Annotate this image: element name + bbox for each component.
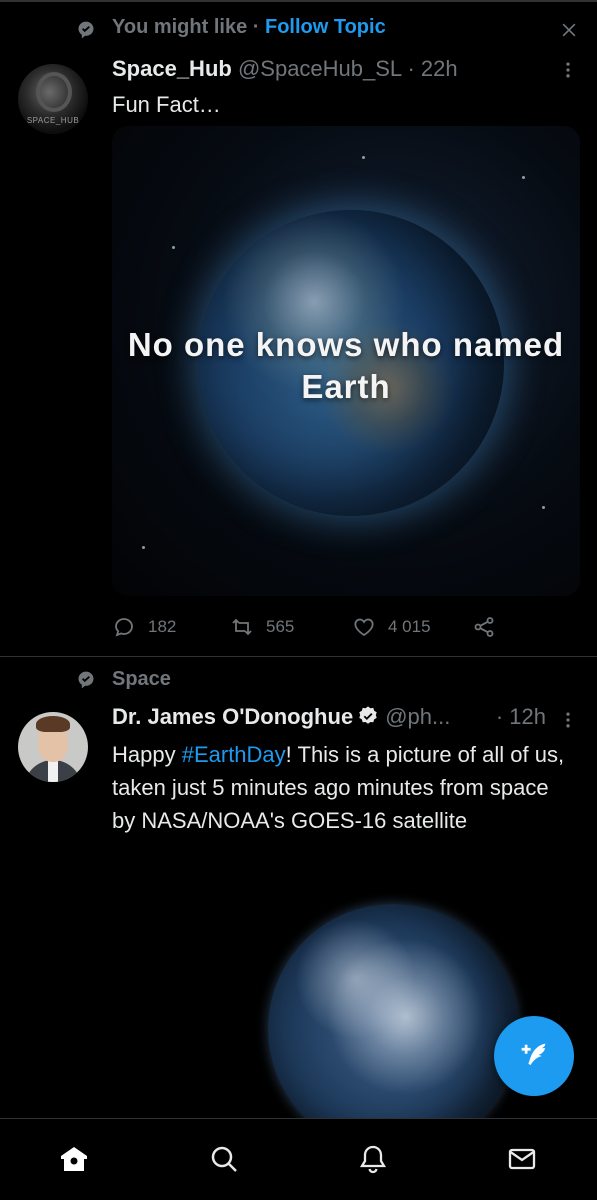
context-label: You might like bbox=[112, 16, 248, 38]
star bbox=[362, 156, 365, 159]
home-icon bbox=[61, 1147, 87, 1171]
reply-icon bbox=[115, 618, 133, 637]
context-separator: · bbox=[247, 16, 265, 38]
tweet-text-start: Happy bbox=[112, 742, 182, 767]
context-line: You might like · Follow Topic bbox=[112, 16, 386, 39]
bell-icon bbox=[359, 1145, 387, 1174]
reply-button[interactable]: 182 bbox=[112, 612, 176, 642]
tweet-header: Space_Hub @SpaceHub_SL · 22h bbox=[112, 56, 458, 82]
tweet-time: · 12h bbox=[495, 704, 546, 729]
avatar[interactable]: SPACE_HUB bbox=[18, 64, 88, 134]
retweet-button[interactable]: 565 bbox=[230, 612, 294, 642]
share-icon bbox=[474, 617, 494, 637]
tweet-time: · 22h bbox=[401, 56, 458, 81]
author-handle[interactable]: @SpaceHub_SL bbox=[238, 56, 401, 81]
verified-badge-icon bbox=[359, 706, 377, 724]
reply-count: 182 bbox=[148, 617, 177, 636]
follow-topic-link[interactable]: Follow Topic bbox=[265, 16, 386, 38]
compose-tweet-icon bbox=[521, 1043, 546, 1065]
avatar-shirt bbox=[48, 760, 58, 782]
author-handle[interactable]: @ph... bbox=[385, 704, 450, 729]
media-headline: No one knows who named Earth bbox=[127, 326, 565, 405]
like-button[interactable]: 4 015 bbox=[352, 612, 431, 642]
avatar-label: SPACE_HUB bbox=[26, 116, 80, 125]
author-name[interactable]: Dr. James O'Donoghue bbox=[112, 704, 353, 729]
search-icon bbox=[211, 1146, 237, 1172]
tweet-header: Dr. James O'Donoghue @ph... · 12h bbox=[112, 704, 582, 730]
nav-search[interactable] bbox=[206, 1141, 242, 1177]
avatar[interactable] bbox=[18, 712, 88, 782]
topic-bubble-icon bbox=[78, 21, 94, 39]
star bbox=[142, 546, 145, 549]
tweet-media-image[interactable]: No one knows who named Earth bbox=[112, 126, 580, 596]
nav-messages[interactable] bbox=[504, 1141, 540, 1177]
top-divider bbox=[0, 0, 597, 2]
nav-home[interactable] bbox=[56, 1141, 92, 1177]
mail-icon bbox=[508, 1148, 536, 1170]
heart-icon bbox=[354, 618, 374, 637]
tweet-text: Happy #EarthDay! This is a picture of al… bbox=[112, 738, 577, 837]
tweet-actions: 182 565 4 015 bbox=[112, 612, 582, 642]
hashtag-link[interactable]: #EarthDay bbox=[182, 742, 286, 767]
star bbox=[522, 176, 525, 179]
more-vertical-icon[interactable] bbox=[558, 60, 578, 80]
bottom-navigation bbox=[0, 1119, 597, 1200]
topic-bubble-icon bbox=[78, 671, 94, 689]
close-icon[interactable] bbox=[559, 20, 579, 40]
avatar-hair bbox=[36, 716, 70, 732]
more-vertical-icon[interactable] bbox=[558, 710, 578, 730]
like-count: 4 015 bbox=[388, 617, 431, 636]
compose-tweet-button[interactable] bbox=[494, 1016, 574, 1096]
tweet-divider bbox=[0, 656, 597, 657]
retweet-count: 565 bbox=[266, 617, 295, 636]
share-button[interactable] bbox=[472, 612, 496, 642]
star bbox=[542, 506, 545, 509]
retweet-icon bbox=[232, 618, 252, 636]
author-name[interactable]: Space_Hub bbox=[112, 56, 232, 81]
topic-label[interactable]: Space bbox=[112, 668, 171, 691]
nav-notifications[interactable] bbox=[355, 1141, 391, 1177]
avatar-emblem bbox=[36, 72, 72, 112]
star bbox=[172, 246, 175, 249]
tweet-text: Fun Fact… bbox=[112, 92, 221, 117]
earth-globe bbox=[268, 904, 518, 1118]
